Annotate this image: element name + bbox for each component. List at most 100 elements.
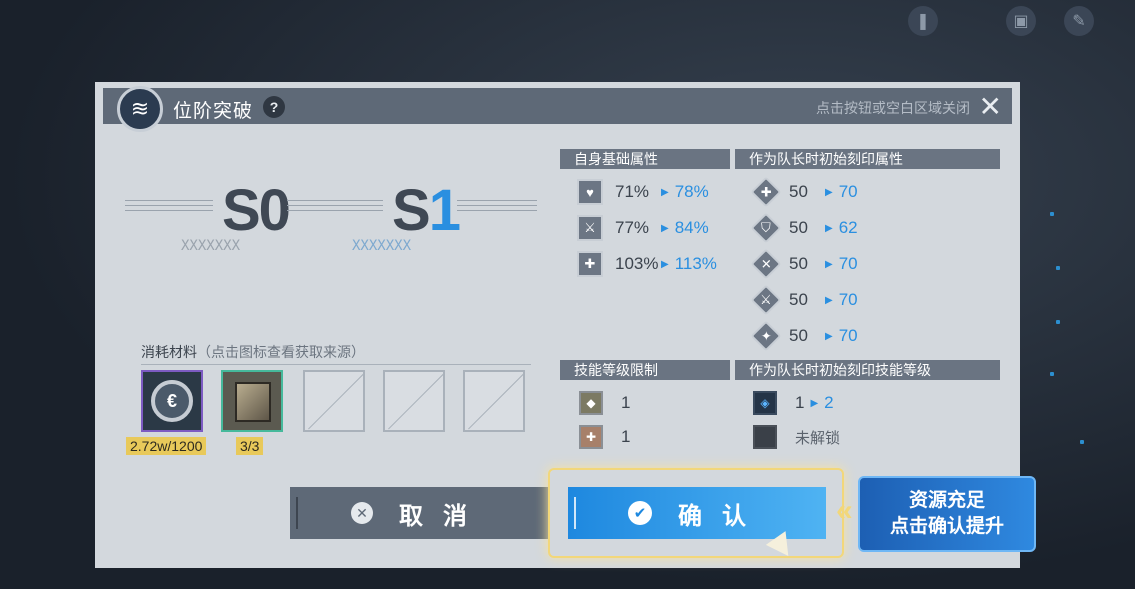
stat-old-value: 50: [789, 290, 808, 309]
skill-portrait-icon: ◆: [579, 391, 603, 415]
skill-new-value: 2: [824, 393, 834, 412]
base-stat-row: ⚔ 77% ▶ 84%: [577, 213, 709, 243]
locked-skill-icon: [753, 425, 777, 449]
bg-dot: [1056, 320, 1060, 324]
material-slot-empty: [383, 370, 445, 432]
blade-icon: ✕: [750, 248, 782, 280]
leader-skill-row: 未解锁: [753, 422, 840, 452]
stat-new-value: 78%: [674, 182, 709, 201]
cube-icon: ▣: [1006, 6, 1036, 36]
leader-stats-header: 作为队长时初始刻印属性: [735, 149, 1000, 169]
confirm-button[interactable]: ✔ 确认: [568, 487, 826, 539]
stat-old-value: 50: [789, 218, 808, 237]
edit-icon: ✎: [1064, 6, 1094, 36]
stat-new-value: 70: [838, 326, 858, 345]
icon-glyph: ✕: [760, 256, 772, 271]
arrow-icon: ▶: [810, 397, 819, 409]
check-icon: ✔: [628, 501, 652, 525]
rank-decor-lines: [457, 200, 537, 218]
rank-from: S0: [222, 178, 291, 243]
stat-new-value: 70: [838, 290, 858, 309]
stat-new-value: 84%: [674, 218, 709, 237]
material-slot-empty: [463, 370, 525, 432]
arrow-icon: ▶: [661, 258, 669, 270]
leader-stat-row: ✕ 50 ▶ 70: [750, 248, 858, 280]
heart-icon: ♥: [577, 179, 603, 205]
icon-glyph: ⚔: [760, 292, 772, 307]
burst-icon: ✦: [750, 320, 782, 352]
cancel-button[interactable]: ✕ 取消: [290, 487, 548, 539]
arrow-icon: ▶: [661, 186, 669, 198]
confirm-label: 确认: [678, 502, 766, 530]
stat-old-value: 77%: [615, 218, 650, 237]
material-cube-icon: [235, 382, 271, 422]
hint-line-1: 资源充足: [908, 490, 985, 511]
bg-dot: [1056, 266, 1060, 270]
bg-dot: [1050, 372, 1054, 376]
materials-label: 消耗材料（点击图标查看获取来源）: [141, 342, 365, 362]
arrow-icon: ▶: [661, 222, 669, 234]
rank-to-chain: XXXXXXX: [352, 238, 412, 254]
rank-to: S1: [392, 177, 461, 244]
arrow-icon: ▶: [825, 330, 833, 342]
stat-new-value: 113%: [674, 254, 717, 273]
stat-old-value: 50: [789, 182, 808, 201]
leader-stat-row: ⛉ 50 ▶ 62: [750, 212, 858, 244]
material-slot-gear-coin[interactable]: €: [141, 370, 203, 432]
guide-hint-box: 资源充足 点击确认提升: [858, 476, 1036, 552]
stat-new-value: 70: [838, 254, 858, 273]
material-slot-cube[interactable]: [221, 370, 283, 432]
material-slot-empty: [303, 370, 365, 432]
divider: [141, 364, 531, 365]
rank-to-prefix: S: [392, 178, 431, 243]
imprint-skill-icon: ◈: [753, 391, 777, 415]
icon-glyph: ✦: [760, 328, 772, 343]
skill-limit-row: ✚ 1: [579, 422, 661, 452]
leader-skill-row: ◈ 1 ▶ 2: [753, 388, 834, 418]
arrow-icon: ▶: [825, 294, 833, 306]
arrow-icon: ▶: [825, 186, 833, 198]
skill-limit-value: 1: [621, 393, 631, 412]
skill-limit-header: 技能等级限制: [560, 360, 730, 380]
materials-title: 消耗材料: [141, 344, 197, 360]
rank-decor-lines: [287, 200, 383, 218]
rank-from-chain: XXXXXXX: [181, 238, 241, 254]
dialog-header: ≋ 位阶突破 ? 点击按钮或空白区域关闭 ✕: [103, 86, 1012, 132]
crossed-swords-icon: ⚔: [750, 284, 782, 316]
stat-old-value: 103%: [615, 254, 659, 273]
sword-icon: ⚔: [577, 215, 603, 241]
material-count: 3/3: [236, 437, 264, 455]
leader-stat-row: ✚ 50 ▶ 70: [750, 176, 858, 208]
gear-coin-icon: €: [151, 380, 193, 422]
cross-icon: ✚: [577, 251, 603, 277]
stat-old-value: 71%: [615, 182, 650, 201]
rank-decor-lines: [125, 200, 213, 218]
shield-icon: ⛉: [750, 212, 782, 244]
stat-new-value: 62: [838, 218, 858, 237]
bg-dot: [1050, 212, 1054, 216]
stat-new-value: 70: [838, 182, 858, 201]
leader-skill-header: 作为队长时初始刻印技能等级: [735, 360, 1000, 380]
close-icon[interactable]: ✕: [979, 90, 1002, 123]
close-hint-text: 点击按钮或空白区域关闭: [816, 100, 970, 116]
base-stat-row: ♥ 71% ▶ 78%: [577, 177, 709, 207]
locked-text: 未解锁: [795, 429, 841, 447]
material-count: 2.72w/1200: [126, 437, 207, 455]
hint-line-2: 点击确认提升: [889, 516, 1004, 537]
double-chevron-left-icon: «: [836, 494, 853, 527]
rank-to-digit: 1: [428, 178, 461, 243]
stat-old-value: 50: [789, 254, 808, 273]
stat-old-value: 50: [789, 326, 808, 345]
base-stats-header: 自身基础属性: [560, 149, 730, 169]
skill-limit-row: ◆ 1: [579, 388, 661, 418]
skill-old-value: 1: [795, 393, 805, 412]
breakthrough-emblem-icon: ≋: [117, 86, 163, 132]
dialog-title: 位阶突破: [173, 101, 254, 122]
health-cross-icon: ✚: [750, 176, 782, 208]
icon-glyph: ✚: [760, 184, 772, 199]
arrow-icon: ▶: [825, 258, 833, 270]
help-icon[interactable]: ?: [263, 96, 285, 118]
cancel-icon: ✕: [351, 502, 373, 524]
pause-icon: ❚: [908, 6, 938, 36]
icon-glyph: ⛉: [761, 219, 771, 235]
